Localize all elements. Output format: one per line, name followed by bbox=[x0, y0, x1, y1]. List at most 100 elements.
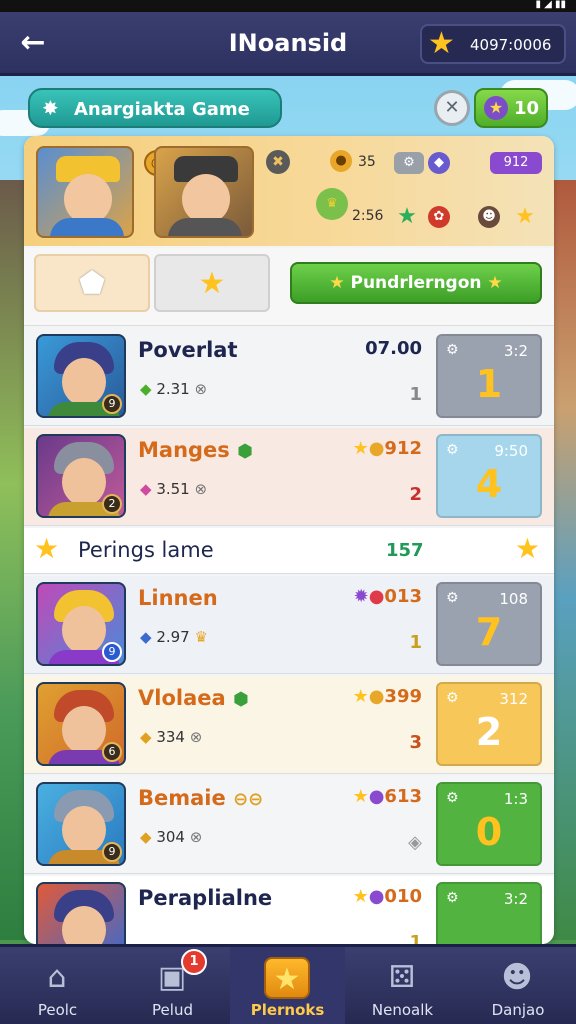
status-icons: ▮ ◢ ▮▮ bbox=[535, 0, 566, 10]
leaderboard-row[interactable]: 9 Linnen ◆ 2.97 ♛ ✹●013 1 ⚙ 108 7 bbox=[24, 576, 554, 674]
player-rank: 3 bbox=[409, 732, 422, 753]
shield-icon: ⬢ bbox=[232, 689, 249, 710]
nav-item-peolc[interactable]: ⌂ Peolc bbox=[0, 947, 115, 1024]
rank-box[interactable]: ⚙ 312 2 bbox=[436, 682, 542, 766]
star-icon: ★ bbox=[198, 266, 226, 301]
section-title: Perings lame bbox=[78, 538, 214, 562]
nav-label: Plernoks bbox=[250, 1001, 325, 1019]
shield-icon: ⊗ bbox=[194, 480, 208, 498]
cube-icon: ◆ bbox=[140, 380, 152, 398]
rank-box-small: 108 bbox=[499, 590, 528, 608]
hero-body bbox=[50, 218, 124, 236]
rank-box-small: 9:50 bbox=[494, 442, 528, 460]
avatar-icon: ☻ bbox=[478, 206, 500, 228]
cube-icon: ◆ bbox=[140, 628, 152, 646]
leaderboard-row[interactable]: 2 Manges ⬢ ◆ 3.51 ⊗ ★●912 2 ⚙ 9:50 4 bbox=[24, 428, 554, 526]
filter-row: ⬟ ★ ★ Pundrlerngon ★ bbox=[24, 248, 554, 326]
fire-icon: ✿ bbox=[428, 206, 450, 228]
filter-button-star[interactable]: ★ bbox=[154, 254, 270, 312]
nav-item-nenoalk[interactable]: ⚄ Nenoalk bbox=[345, 947, 460, 1024]
rival-face bbox=[182, 174, 230, 224]
cube-icon: ◆ bbox=[140, 480, 152, 498]
star-icon: ★ bbox=[487, 273, 503, 293]
gem-icon: ◆ bbox=[140, 828, 152, 846]
trophy-icon: ♛ bbox=[194, 628, 208, 646]
player-name: Vlolaea ⬢ bbox=[138, 686, 249, 710]
rank-box[interactable]: ⚙ 9:50 4 bbox=[436, 434, 542, 518]
gem-balance[interactable]: ★ 10 bbox=[474, 88, 548, 128]
player-rank: 1 bbox=[409, 632, 422, 653]
gem-icon: ★ bbox=[484, 96, 508, 120]
player-avatar: 6 bbox=[36, 682, 126, 766]
nav-item-pelud[interactable]: ▣ 1 Pelud bbox=[115, 947, 230, 1024]
coin-icon: ● bbox=[330, 150, 352, 172]
nav-label: Pelud bbox=[152, 1001, 193, 1019]
player-name: Linnen bbox=[138, 586, 218, 610]
page-title: INoansid bbox=[228, 29, 348, 57]
player-rank: 2 bbox=[409, 484, 422, 505]
avatar-face bbox=[62, 458, 106, 506]
player-name: Bemaie ⊖⊖ bbox=[138, 786, 263, 810]
star-icon: ★ bbox=[514, 532, 540, 565]
star-coin-icon: ★ bbox=[428, 26, 455, 61]
primary-action-button[interactable]: ★ Pundrlerngon ★ bbox=[290, 262, 542, 304]
leaderboard-row[interactable]: Peraplialne ★●010 1 ⚙ 3:2 bbox=[24, 876, 554, 944]
gear-icon: ⚙ bbox=[446, 790, 459, 806]
player-score: ★●399 bbox=[353, 686, 422, 707]
player-name: Poverlat bbox=[138, 338, 238, 362]
player-score: ★●912 bbox=[353, 438, 422, 459]
player-rank: 1 bbox=[409, 384, 422, 405]
back-button[interactable]: ← bbox=[10, 22, 56, 66]
player-stat-value: 334 bbox=[156, 728, 185, 746]
player-stat: ◆ 334 ⊗ bbox=[140, 728, 202, 746]
player-avatar: 9 bbox=[36, 582, 126, 666]
star-icon: ★ bbox=[352, 786, 369, 807]
player-score-value: 912 bbox=[384, 438, 422, 459]
hero-portrait[interactable] bbox=[36, 146, 134, 238]
level-badge: 6 bbox=[102, 742, 122, 762]
game-mode-button[interactable]: ✸ Anargiakta Game bbox=[28, 88, 282, 128]
avatar-face bbox=[62, 606, 106, 654]
notification-badge: 1 bbox=[181, 949, 207, 975]
player-stat-value: 2.97 bbox=[156, 628, 190, 646]
rank-box-big: 0 bbox=[475, 810, 503, 854]
player-avatar: 2 bbox=[36, 434, 126, 518]
rank-box[interactable]: ⚙ 3:2 bbox=[436, 882, 542, 944]
settings-button[interactable]: ✕ bbox=[434, 90, 470, 126]
rival-portrait[interactable] bbox=[154, 146, 254, 238]
banner-stat-time: 2:56 bbox=[352, 208, 384, 224]
avatar-face bbox=[62, 806, 106, 854]
game-mode-label: Anargiakta Game bbox=[74, 99, 250, 120]
player-name-text: Manges bbox=[138, 438, 230, 462]
player-rank-icon: ◈ bbox=[408, 832, 422, 853]
rank-box[interactable]: ⚙ 3:2 1 bbox=[436, 334, 542, 418]
dice-icon: ⚄ bbox=[388, 960, 416, 995]
leaderboard-row[interactable]: 9 Poverlat ◆ 2.31 ⊗ 07.00 1 ⚙ 3:2 1 bbox=[24, 328, 554, 426]
nav-item-danjao[interactable]: ☻ Danjao bbox=[460, 947, 576, 1024]
leaderboard-row[interactable]: 9 Bemaie ⊖⊖ ◆ 304 ⊗ ★●613 ◈ ⚙ 1:3 0 bbox=[24, 776, 554, 874]
player-score: 07.00 bbox=[365, 338, 422, 359]
green-star-icon: ★ bbox=[397, 204, 417, 229]
gear-icon: ⚙ bbox=[446, 342, 459, 358]
player-score: ★●613 bbox=[353, 786, 422, 807]
rank-box[interactable]: ⚙ 1:3 0 bbox=[436, 782, 542, 866]
coin-balance-value: 4097:0006 bbox=[470, 36, 552, 54]
leaderboard-row[interactable]: 6 Vlolaea ⬢ ◆ 334 ⊗ ★●399 3 ⚙ 312 2 bbox=[24, 676, 554, 774]
primary-action-label: Pundrlerngon bbox=[350, 273, 482, 293]
player-score: ★●010 bbox=[353, 886, 422, 907]
ruby-icon: ● bbox=[368, 586, 385, 607]
star-icon: ★ bbox=[264, 957, 310, 999]
player-name: Peraplialne bbox=[138, 886, 273, 910]
coin-balance[interactable]: ★ 4097:0006 bbox=[420, 24, 566, 64]
gem-balance-value: 10 bbox=[514, 98, 540, 119]
player-avatar bbox=[36, 882, 126, 944]
player-rank: 1 bbox=[409, 932, 422, 944]
nav-item-plernoks[interactable]: ★ Plernoks bbox=[230, 947, 345, 1024]
section-header: ★ Perings lame 157 ★ bbox=[24, 528, 554, 574]
level-badge: 2 bbox=[102, 494, 122, 514]
home-icon: ⌂ bbox=[47, 960, 67, 995]
gem-icon: ◆ bbox=[140, 728, 152, 746]
filter-button-home[interactable]: ⬟ bbox=[34, 254, 150, 312]
rank-box[interactable]: ⚙ 108 7 bbox=[436, 582, 542, 666]
player-avatar: 9 bbox=[36, 334, 126, 418]
